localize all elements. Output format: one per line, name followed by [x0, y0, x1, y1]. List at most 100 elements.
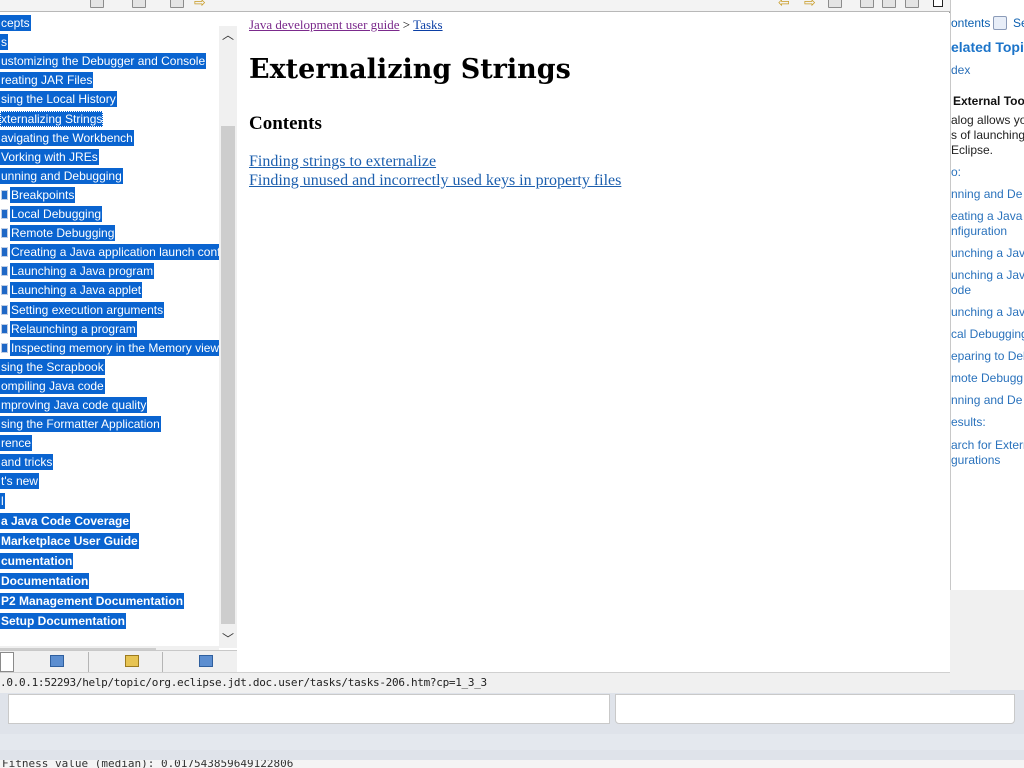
related-link[interactable]: unching a Java	[951, 305, 1024, 320]
tree-item[interactable]: P2 Management Documentation	[0, 593, 185, 609]
tree-item-label: Vorking with JREs	[0, 148, 99, 165]
tree-item-label: Setting execution arguments	[10, 301, 165, 318]
tree-vertical-scrollbar[interactable]: ︿ ﹀	[219, 26, 237, 648]
tree-item[interactable]: Setup Documentation	[0, 613, 127, 630]
tree-item-label: t's new	[0, 473, 39, 490]
screen: ontents Se elated Topics dex External To…	[0, 0, 1024, 768]
related-link[interactable]: unching a Java	[951, 246, 1024, 261]
sync-toc-icon[interactable]	[860, 0, 874, 8]
tree-item[interactable]: l	[0, 492, 5, 509]
related-link[interactable]: unching a Java	[951, 268, 1024, 283]
tree-item-label: Launching a Java program	[10, 263, 155, 280]
tree-item[interactable]: Launching a Java applet	[1, 282, 143, 299]
search-help-icon[interactable]	[993, 16, 1007, 30]
tree-item[interactable]: Setting execution arguments	[1, 301, 165, 318]
tree-item[interactable]: t's new	[0, 473, 39, 490]
related-link[interactable]: gurations	[951, 453, 1000, 468]
maximize-icon[interactable]	[933, 0, 943, 7]
tree-item[interactable]: reating JAR Files	[0, 72, 94, 89]
bookmark-icon[interactable]	[90, 0, 104, 8]
tree-item[interactable]: Local Debugging	[1, 206, 103, 222]
tree-item[interactable]: and tricks	[0, 454, 54, 471]
forward-icon[interactable]: ⇨	[804, 0, 816, 11]
topic-icon	[1, 247, 8, 258]
page-title: Externalizing Strings	[249, 54, 571, 85]
related-link[interactable]: mote Debugg	[951, 371, 1023, 386]
scroll-down-icon[interactable]: ﹀	[219, 630, 237, 648]
description-line: alog allows yo	[951, 113, 1024, 127]
topic-icon	[1, 342, 8, 353]
tab-bookmarks[interactable]	[163, 652, 237, 672]
tree-item[interactable]: ompiling Java code	[0, 377, 105, 394]
help-toolbar: ⇨ ⇦ ⇨	[0, 0, 950, 12]
tree-item[interactable]: Creating a Java application launch confi	[1, 244, 225, 261]
tree-item[interactable]: xternalizing Strings	[0, 110, 104, 127]
tab-index[interactable]	[14, 652, 89, 672]
related-link[interactable]: eparing to Deb	[951, 349, 1024, 364]
results-label: esults:	[951, 415, 986, 429]
tree-item[interactable]: Breakpoints	[1, 186, 76, 203]
tree-item[interactable]: a Java Code Coverage	[0, 512, 131, 529]
related-topics-pane: ontents Se elated Topics dex External To…	[950, 0, 1024, 590]
tree-item[interactable]: Marketplace User Guide	[0, 532, 139, 549]
tree-item-label: avigating the Workbench	[0, 129, 134, 146]
tree-item[interactable]: mproving Java code quality	[0, 397, 148, 413]
show-in-toc-icon[interactable]	[132, 0, 146, 8]
tree-item[interactable]: Relaunching a program	[1, 320, 137, 337]
back-icon[interactable]: ⇦	[778, 0, 790, 11]
tree-item-label: P2 Management Documentation	[0, 593, 185, 609]
tab-search-results[interactable]	[89, 652, 163, 672]
side-view[interactable]	[615, 694, 1015, 724]
link-with-contents-icon[interactable]: ⇨	[194, 0, 206, 11]
print-icon[interactable]	[905, 0, 919, 8]
topic-icon	[1, 304, 8, 315]
finding-unused-keys-link[interactable]: Finding unused and incorrectly used keys…	[249, 172, 621, 190]
tree-item-label: Breakpoints	[10, 186, 76, 203]
tree-item[interactable]: ustomizing the Debugger and Console	[0, 53, 207, 70]
search-tab[interactable]: Se	[1013, 16, 1024, 30]
tree-item-label: sing the Formatter Application	[0, 416, 161, 433]
contents-heading: Contents	[249, 113, 322, 134]
collapse-all-icon[interactable]	[170, 0, 184, 8]
topic-icon	[1, 266, 8, 277]
tree-item[interactable]: sing the Scrapbook	[0, 358, 105, 375]
related-link[interactable]: nfiguration	[951, 224, 1007, 239]
related-link[interactable]: cal Debugging	[951, 327, 1024, 342]
tree-item[interactable]: Vorking with JREs	[0, 148, 99, 165]
tree-item[interactable]: s	[0, 34, 8, 51]
tree-item[interactable]: rence	[0, 435, 33, 452]
contents-tab[interactable]: ontents	[951, 16, 990, 30]
bookmarks-icon	[199, 655, 213, 667]
breadcrumb-guide-link[interactable]: Java development user guide	[249, 17, 400, 32]
breadcrumb-tasks-link[interactable]: Tasks	[413, 17, 442, 32]
related-link[interactable]: ode	[951, 283, 971, 298]
bookmark-document-icon[interactable]	[882, 0, 896, 8]
console-view[interactable]	[8, 694, 610, 724]
tree-item-label: mproving Java code quality	[0, 397, 148, 413]
related-link[interactable]: arch for Extern	[951, 438, 1024, 453]
tree-item[interactable]: sing the Local History	[0, 91, 117, 108]
tree-item-label: Remote Debugging	[10, 225, 116, 242]
index-link[interactable]: dex	[951, 63, 970, 77]
tree-item[interactable]: sing the Formatter Application	[0, 416, 161, 433]
finding-strings-link[interactable]: Finding strings to externalize	[249, 153, 436, 171]
tree-item[interactable]: Inspecting memory in the Memory view	[1, 339, 221, 356]
related-link[interactable]: eating a Java a	[951, 209, 1024, 224]
tree-item[interactable]: cumentation	[0, 552, 74, 569]
tree-item-label: cumentation	[0, 552, 74, 569]
scroll-up-icon[interactable]: ︿	[219, 26, 237, 44]
tree-item[interactable]: avigating the Workbench	[0, 129, 134, 146]
scrollbar-thumb[interactable]	[221, 126, 235, 624]
tree-item[interactable]: Launching a Java program	[1, 263, 155, 280]
tree-item[interactable]: unning and Debugging	[0, 167, 123, 184]
tree-item[interactable]: cepts	[0, 15, 31, 31]
home-icon[interactable]	[828, 0, 842, 8]
related-to-label: o:	[951, 165, 962, 179]
tree-item-label: sing the Local History	[0, 91, 117, 108]
related-link[interactable]: nning and De	[951, 187, 1022, 202]
external-tools-title: External Tool	[953, 94, 1024, 108]
tree-item[interactable]: Documentation	[0, 572, 90, 589]
tab-contents[interactable]	[0, 652, 14, 672]
tree-item[interactable]: Remote Debugging	[1, 225, 116, 242]
related-link[interactable]: nning and De	[951, 393, 1022, 408]
